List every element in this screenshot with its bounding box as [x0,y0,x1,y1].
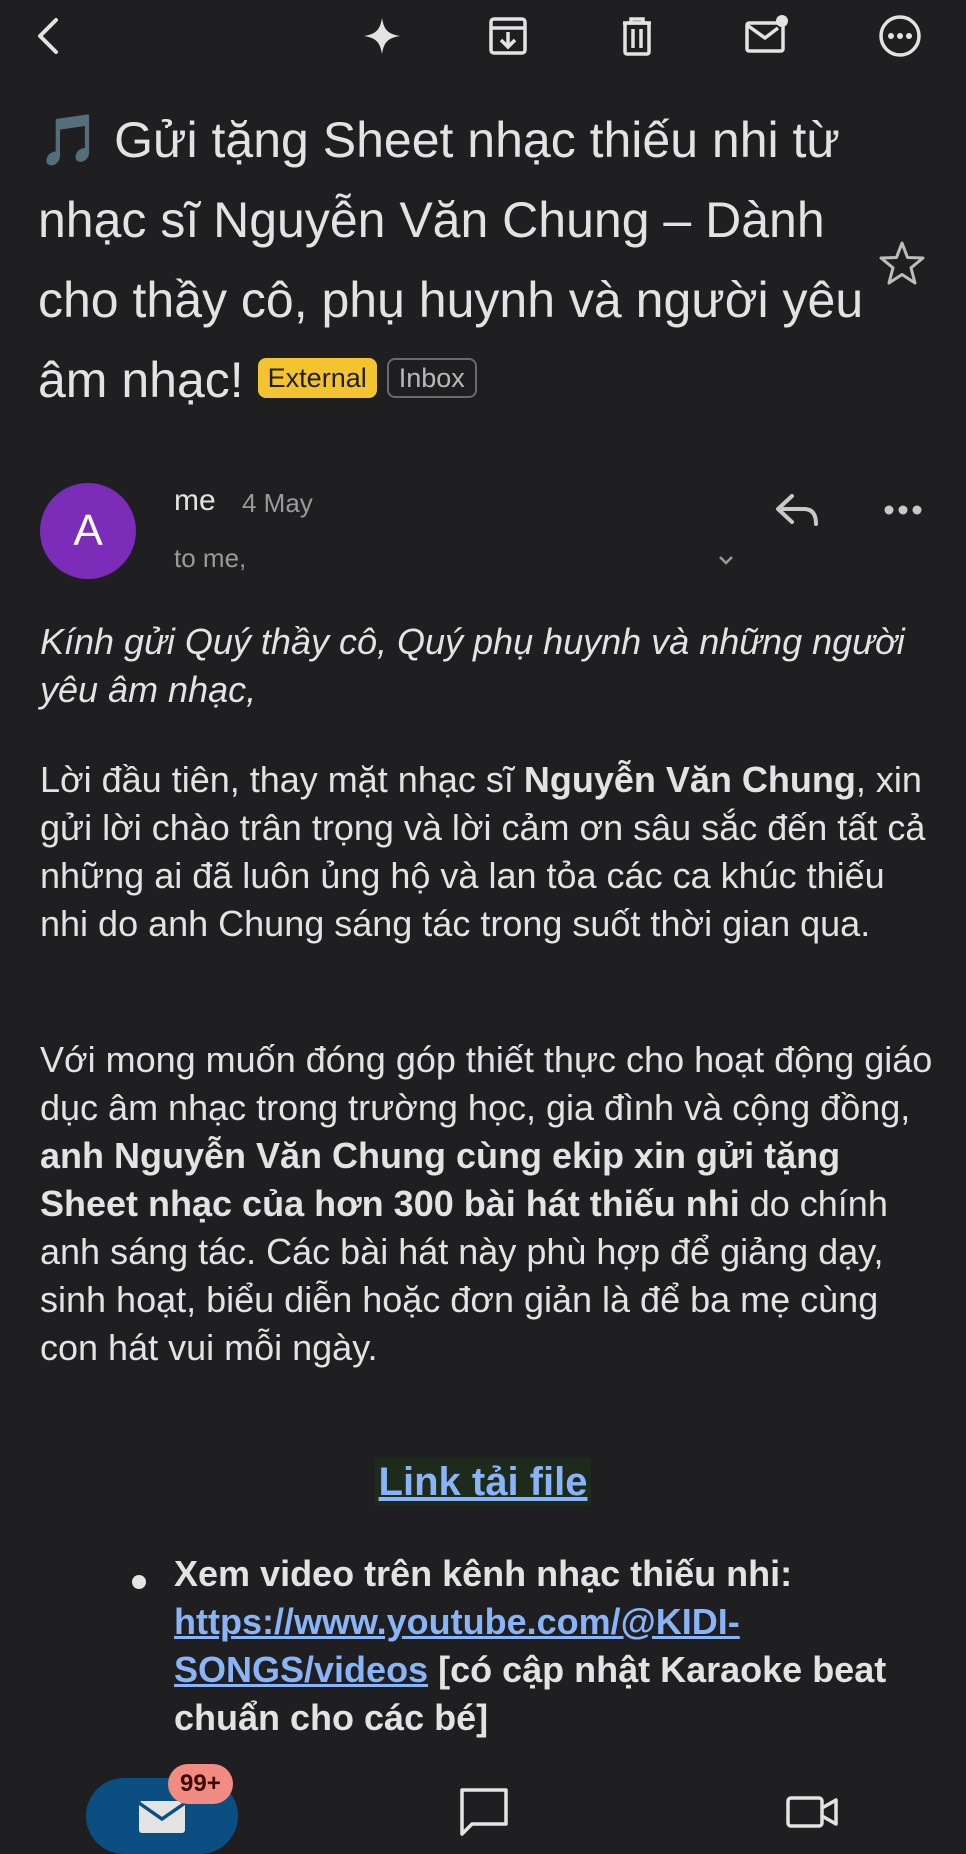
sparkle-icon[interactable] [354,8,410,64]
mark-unread-icon[interactable] [738,8,794,64]
video-camera-icon[interactable] [784,1784,840,1840]
message-more-icon[interactable] [878,490,928,530]
external-label: External [257,357,377,398]
music-note-emoji: 🎵 [38,112,101,168]
avatar[interactable]: A [40,483,136,579]
greeting-paragraph: Kính gửi Quý thầy cô, Quý phụ huynh và n… [40,621,905,710]
composer-name: Nguyễn Văn Chung [523,759,856,800]
intro-text-a: Lời đầu tiên, thay mặt nhạc sĩ [40,759,524,800]
bottom-navigation: 99+ [0,1764,966,1854]
inbox-label[interactable]: Inbox [386,357,477,398]
bullet-text-a: Xem video trên kênh nhạc thiếu nhi: [174,1553,793,1594]
bullet-dot [132,1575,146,1589]
email-subject: 🎵 Gửi tặng Sheet nhạc thiếu nhi từ nhạc … [38,100,878,420]
gift-highlight: anh Nguyễn Văn Chung cùng ekip xin gửi t… [40,1135,841,1224]
youtube-bullet: Xem video trên kênh nhạc thiếu nhi: http… [174,1550,904,1742]
chevron-down-icon[interactable] [712,546,740,574]
sender-name: me [174,484,216,517]
download-link[interactable]: Link tải file [374,1458,592,1506]
trash-icon[interactable] [609,8,665,64]
download-link-row: Link tải file [0,1458,966,1506]
avatar-letter: A [73,506,103,555]
gift-paragraph: Với mong muốn đóng góp thiết thực cho ho… [40,1036,940,1372]
back-arrow-icon[interactable] [22,8,78,64]
gift-text-a: Với mong muốn đóng góp thiết thực cho ho… [40,1039,933,1128]
unread-count-badge: 99+ [168,1764,233,1804]
top-action-bar [0,0,966,70]
more-options-icon[interactable] [872,8,928,64]
reply-icon[interactable] [770,484,824,538]
intro-paragraph: Lời đầu tiên, thay mặt nhạc sĩ Nguyễn Vă… [40,756,940,948]
star-icon[interactable] [876,238,928,290]
recipients-line[interactable]: to me, [174,543,246,574]
chat-icon[interactable] [456,1784,512,1840]
message-date: 4 May [242,488,313,518]
archive-icon[interactable] [480,8,536,64]
